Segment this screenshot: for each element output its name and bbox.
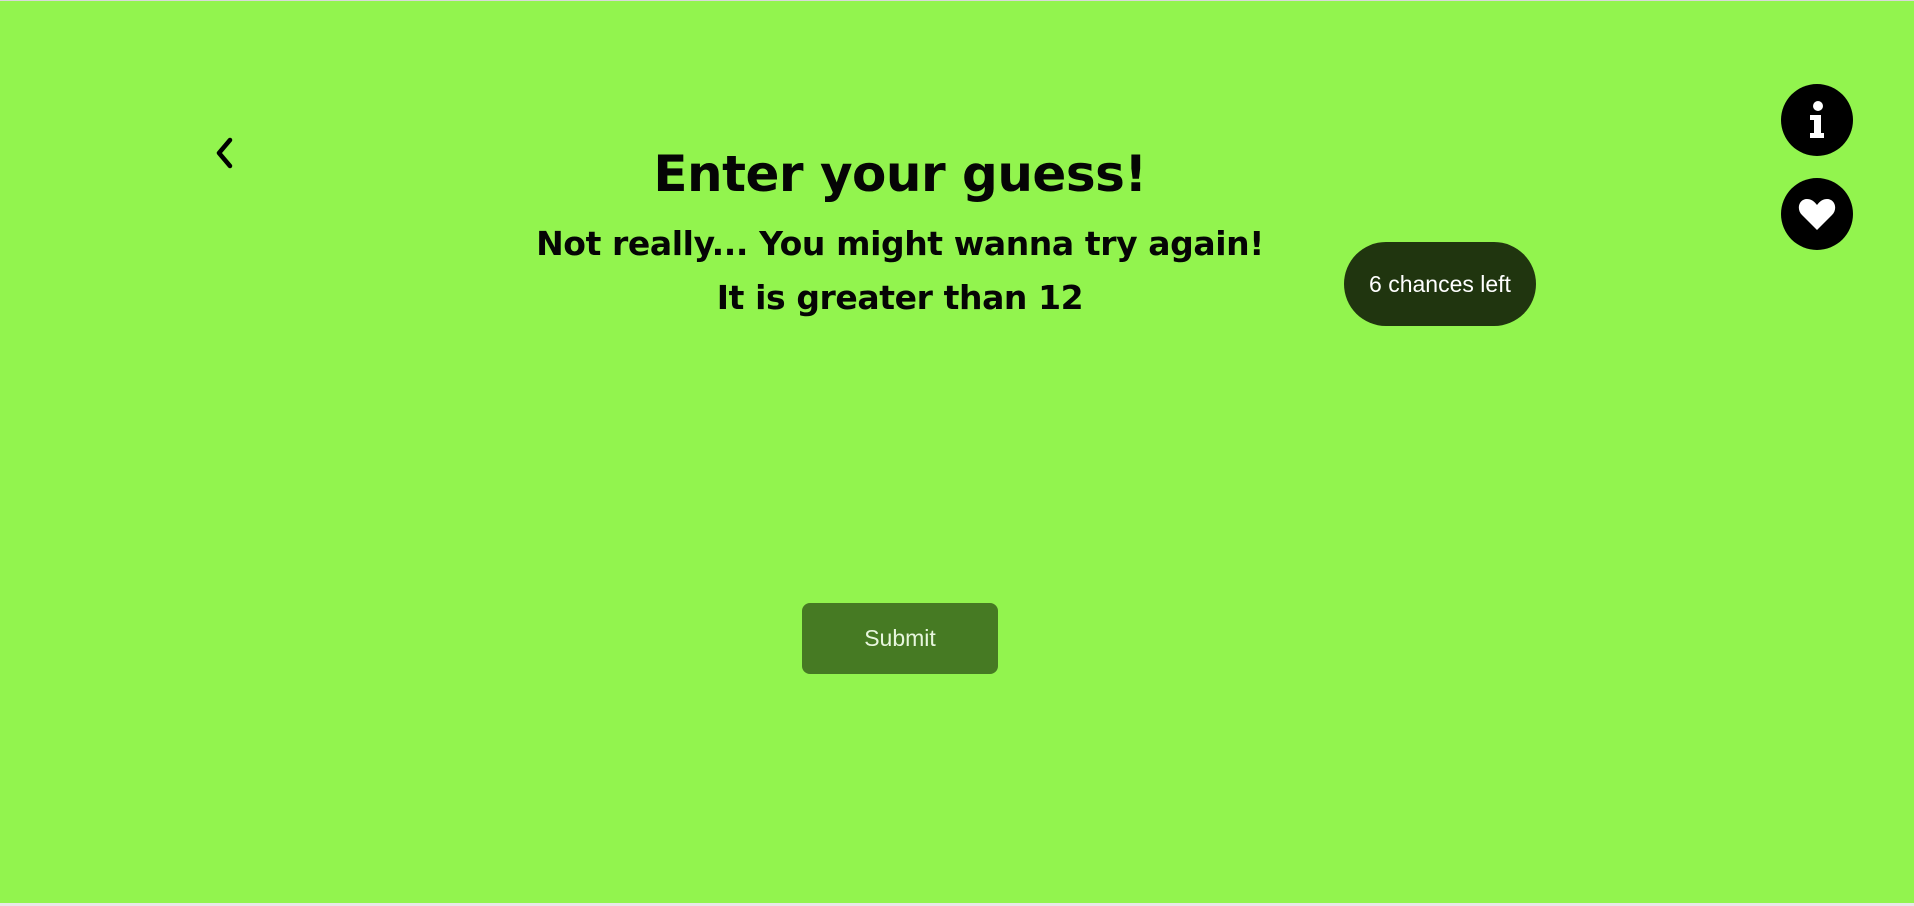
page-title: Enter your guess! — [653, 145, 1147, 203]
info-button[interactable] — [1781, 84, 1853, 156]
favorite-button[interactable] — [1781, 178, 1853, 250]
feedback-message: Not really... You might wanna try again! — [536, 224, 1264, 263]
submit-button[interactable]: Submit — [802, 603, 998, 674]
chances-badge: 6 chances left — [1344, 242, 1536, 326]
info-icon — [1810, 101, 1824, 138]
heart-icon — [1798, 199, 1836, 230]
guess-page: Enter your guess! Not really... You migh… — [0, 1, 1914, 903]
